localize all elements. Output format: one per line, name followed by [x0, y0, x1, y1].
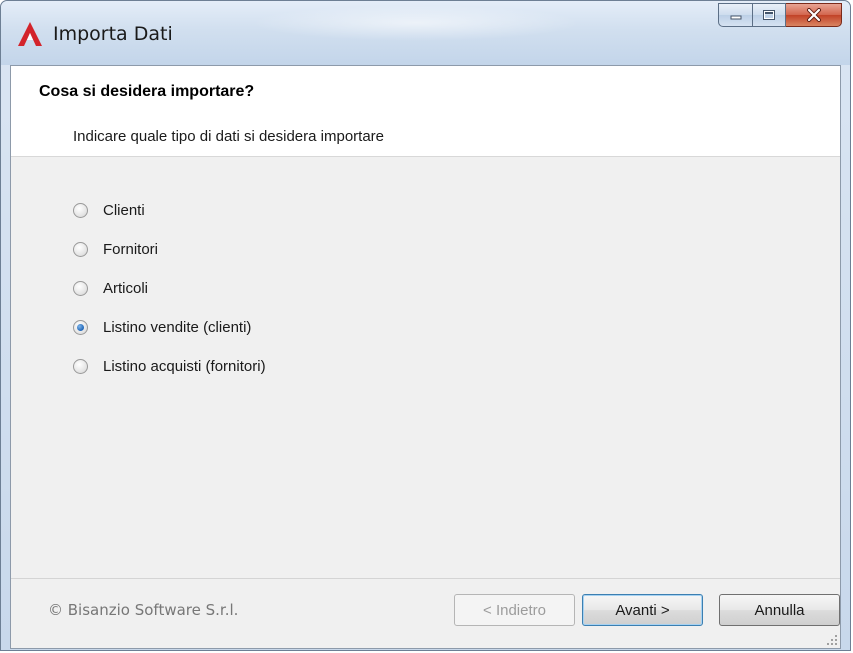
page-subtitle: Indicare quale tipo di dati si desidera … — [73, 128, 385, 145]
option-label[interactable]: Articoli — [103, 279, 148, 298]
radio-button[interactable] — [73, 359, 88, 374]
close-button[interactable] — [786, 3, 842, 27]
option-fornitori[interactable]: Fornitori — [73, 240, 266, 279]
maximize-icon — [763, 10, 775, 20]
radio-button[interactable] — [73, 203, 88, 218]
minimize-icon — [730, 15, 741, 20]
option-label[interactable]: Clienti — [103, 201, 145, 220]
import-type-radio-group: Clienti Fornitori Articoli Listino vendi… — [73, 201, 266, 396]
cancel-button[interactable]: Annulla — [719, 594, 840, 626]
radio-button[interactable] — [73, 242, 88, 257]
copyright-text: © Bisanzio Software S.r.l. — [48, 601, 239, 619]
maximize-button[interactable] — [752, 3, 786, 27]
option-label[interactable]: Listino acquisti (fornitori) — [103, 357, 266, 376]
page-title: Cosa si desidera importare? — [39, 83, 255, 100]
title-bar-sheen — [251, 5, 581, 41]
caption-buttons — [718, 3, 842, 27]
minimize-button[interactable] — [718, 3, 752, 27]
option-listino-vendite[interactable]: Listino vendite (clienti) — [73, 318, 266, 357]
next-button[interactable]: Avanti > — [582, 594, 703, 626]
close-icon — [806, 8, 821, 22]
radio-button[interactable] — [73, 281, 88, 296]
option-clienti[interactable]: Clienti — [73, 201, 266, 240]
wizard-header: Cosa si desidera importare? Indicare qua… — [11, 66, 840, 157]
import-dialog-window: Importa Dati Cosa si desidera importare?… — [0, 0, 851, 651]
back-button[interactable]: < Indietro — [454, 594, 575, 626]
title-bar[interactable]: Importa Dati — [1, 1, 850, 65]
option-label[interactable]: Listino vendite (clienti) — [103, 318, 251, 337]
option-listino-acquisti[interactable]: Listino acquisti (fornitori) — [73, 357, 266, 396]
window-title: Importa Dati — [53, 23, 173, 45]
app-logo-icon — [18, 22, 42, 46]
radio-button-selected[interactable] — [73, 320, 88, 335]
resize-grip-icon[interactable] — [826, 634, 838, 646]
option-label[interactable]: Fornitori — [103, 240, 158, 259]
option-articoli[interactable]: Articoli — [73, 279, 266, 318]
footer-divider — [11, 578, 840, 579]
dialog-content: Cosa si desidera importare? Indicare qua… — [10, 65, 841, 649]
